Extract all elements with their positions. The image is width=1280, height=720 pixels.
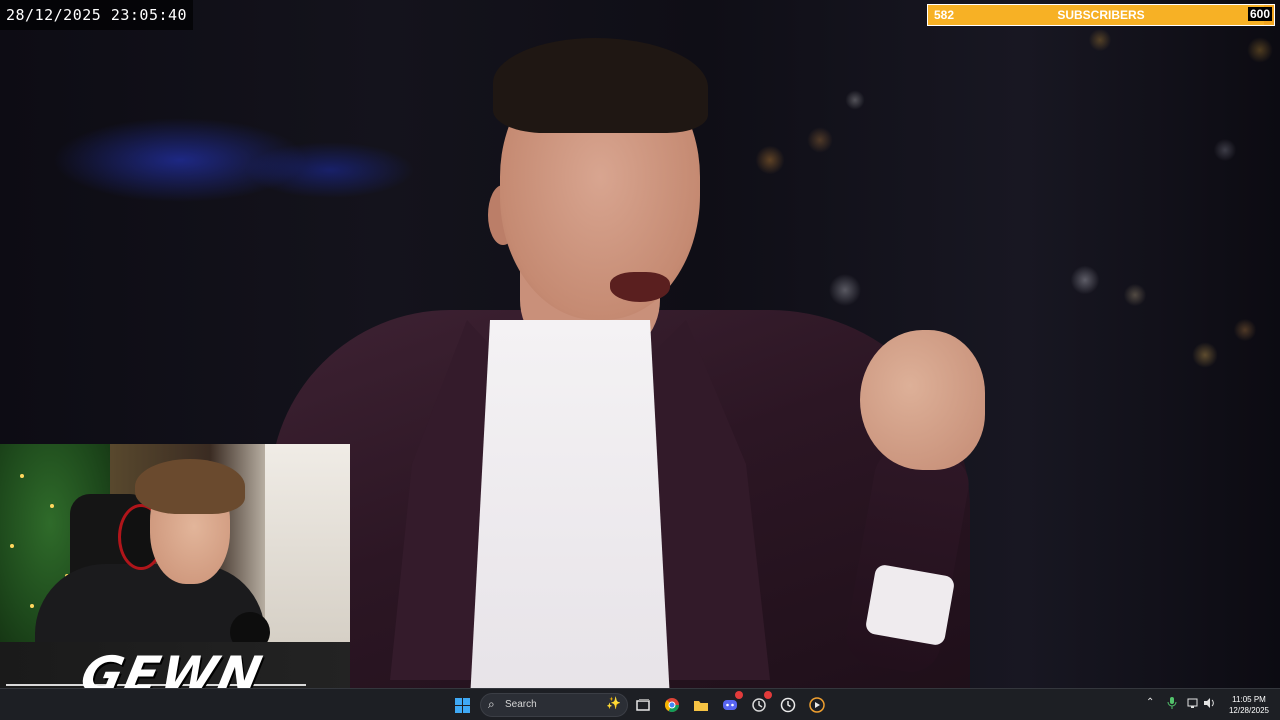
folder-icon xyxy=(694,701,708,711)
notification-badge xyxy=(735,691,743,699)
clock-button[interactable] xyxy=(778,695,798,715)
discord-button[interactable] xyxy=(720,691,743,715)
subscriber-goal: 600 xyxy=(1247,7,1272,21)
notification-badge xyxy=(764,691,772,699)
volume-icon[interactable] xyxy=(1203,697,1217,712)
speaker-hair xyxy=(493,38,708,133)
chrome-icon xyxy=(664,698,679,712)
chrome-button[interactable] xyxy=(662,695,682,715)
task-view-button[interactable] xyxy=(633,695,653,715)
taskbar: ⌕ Search ✨ ⌃ 11:05 PM 12/28/2025 xyxy=(0,688,1280,720)
datetime-overlay: 28/12/2025 23:05:40 xyxy=(0,0,194,30)
search-box[interactable]: ⌕ Search ✨ xyxy=(480,693,628,717)
system-clock[interactable]: 11:05 PM 12/28/2025 xyxy=(1222,694,1276,716)
play-icon xyxy=(809,697,825,713)
discord-icon xyxy=(723,700,737,710)
windows-icon xyxy=(454,697,470,713)
search-placeholder: Search xyxy=(505,699,537,710)
search-icon: ⌕ xyxy=(488,697,495,711)
speaker-shirt xyxy=(470,320,670,700)
screen: 28/12/2025 23:05:40 582 SUBSCRIBERS 600 … xyxy=(0,0,1280,720)
subscriber-goal-bar: 582 SUBSCRIBERS 600 xyxy=(927,4,1275,26)
start-button[interactable] xyxy=(452,695,472,715)
tree-light xyxy=(50,504,54,508)
speaker-hand xyxy=(860,330,985,470)
tree-light xyxy=(30,604,34,608)
media-player-button[interactable] xyxy=(807,695,827,715)
speaker-cuff xyxy=(864,563,956,647)
file-explorer-button[interactable] xyxy=(691,695,711,715)
system-date: 12/28/2025 xyxy=(1228,706,1270,715)
speaker-mouth xyxy=(610,272,670,302)
background-door xyxy=(265,444,350,642)
search-highlight-icon: ✨ xyxy=(606,696,621,710)
clock-icon xyxy=(780,697,796,713)
app-button[interactable] xyxy=(749,691,772,715)
webcam-overlay xyxy=(0,444,350,642)
microphone-icon[interactable] xyxy=(1167,697,1177,712)
system-time: 11:05 PM xyxy=(1232,695,1266,704)
subscriber-label: SUBSCRIBERS xyxy=(1057,8,1145,22)
task-view-icon xyxy=(636,699,650,711)
app-icon xyxy=(752,698,766,712)
streamer-hair xyxy=(135,459,245,514)
network-icon[interactable] xyxy=(1187,697,1199,712)
microphone xyxy=(230,612,270,642)
chevron-up-icon[interactable]: ⌃ xyxy=(1146,697,1154,708)
tree-light xyxy=(10,544,14,548)
tree-light xyxy=(20,474,24,478)
